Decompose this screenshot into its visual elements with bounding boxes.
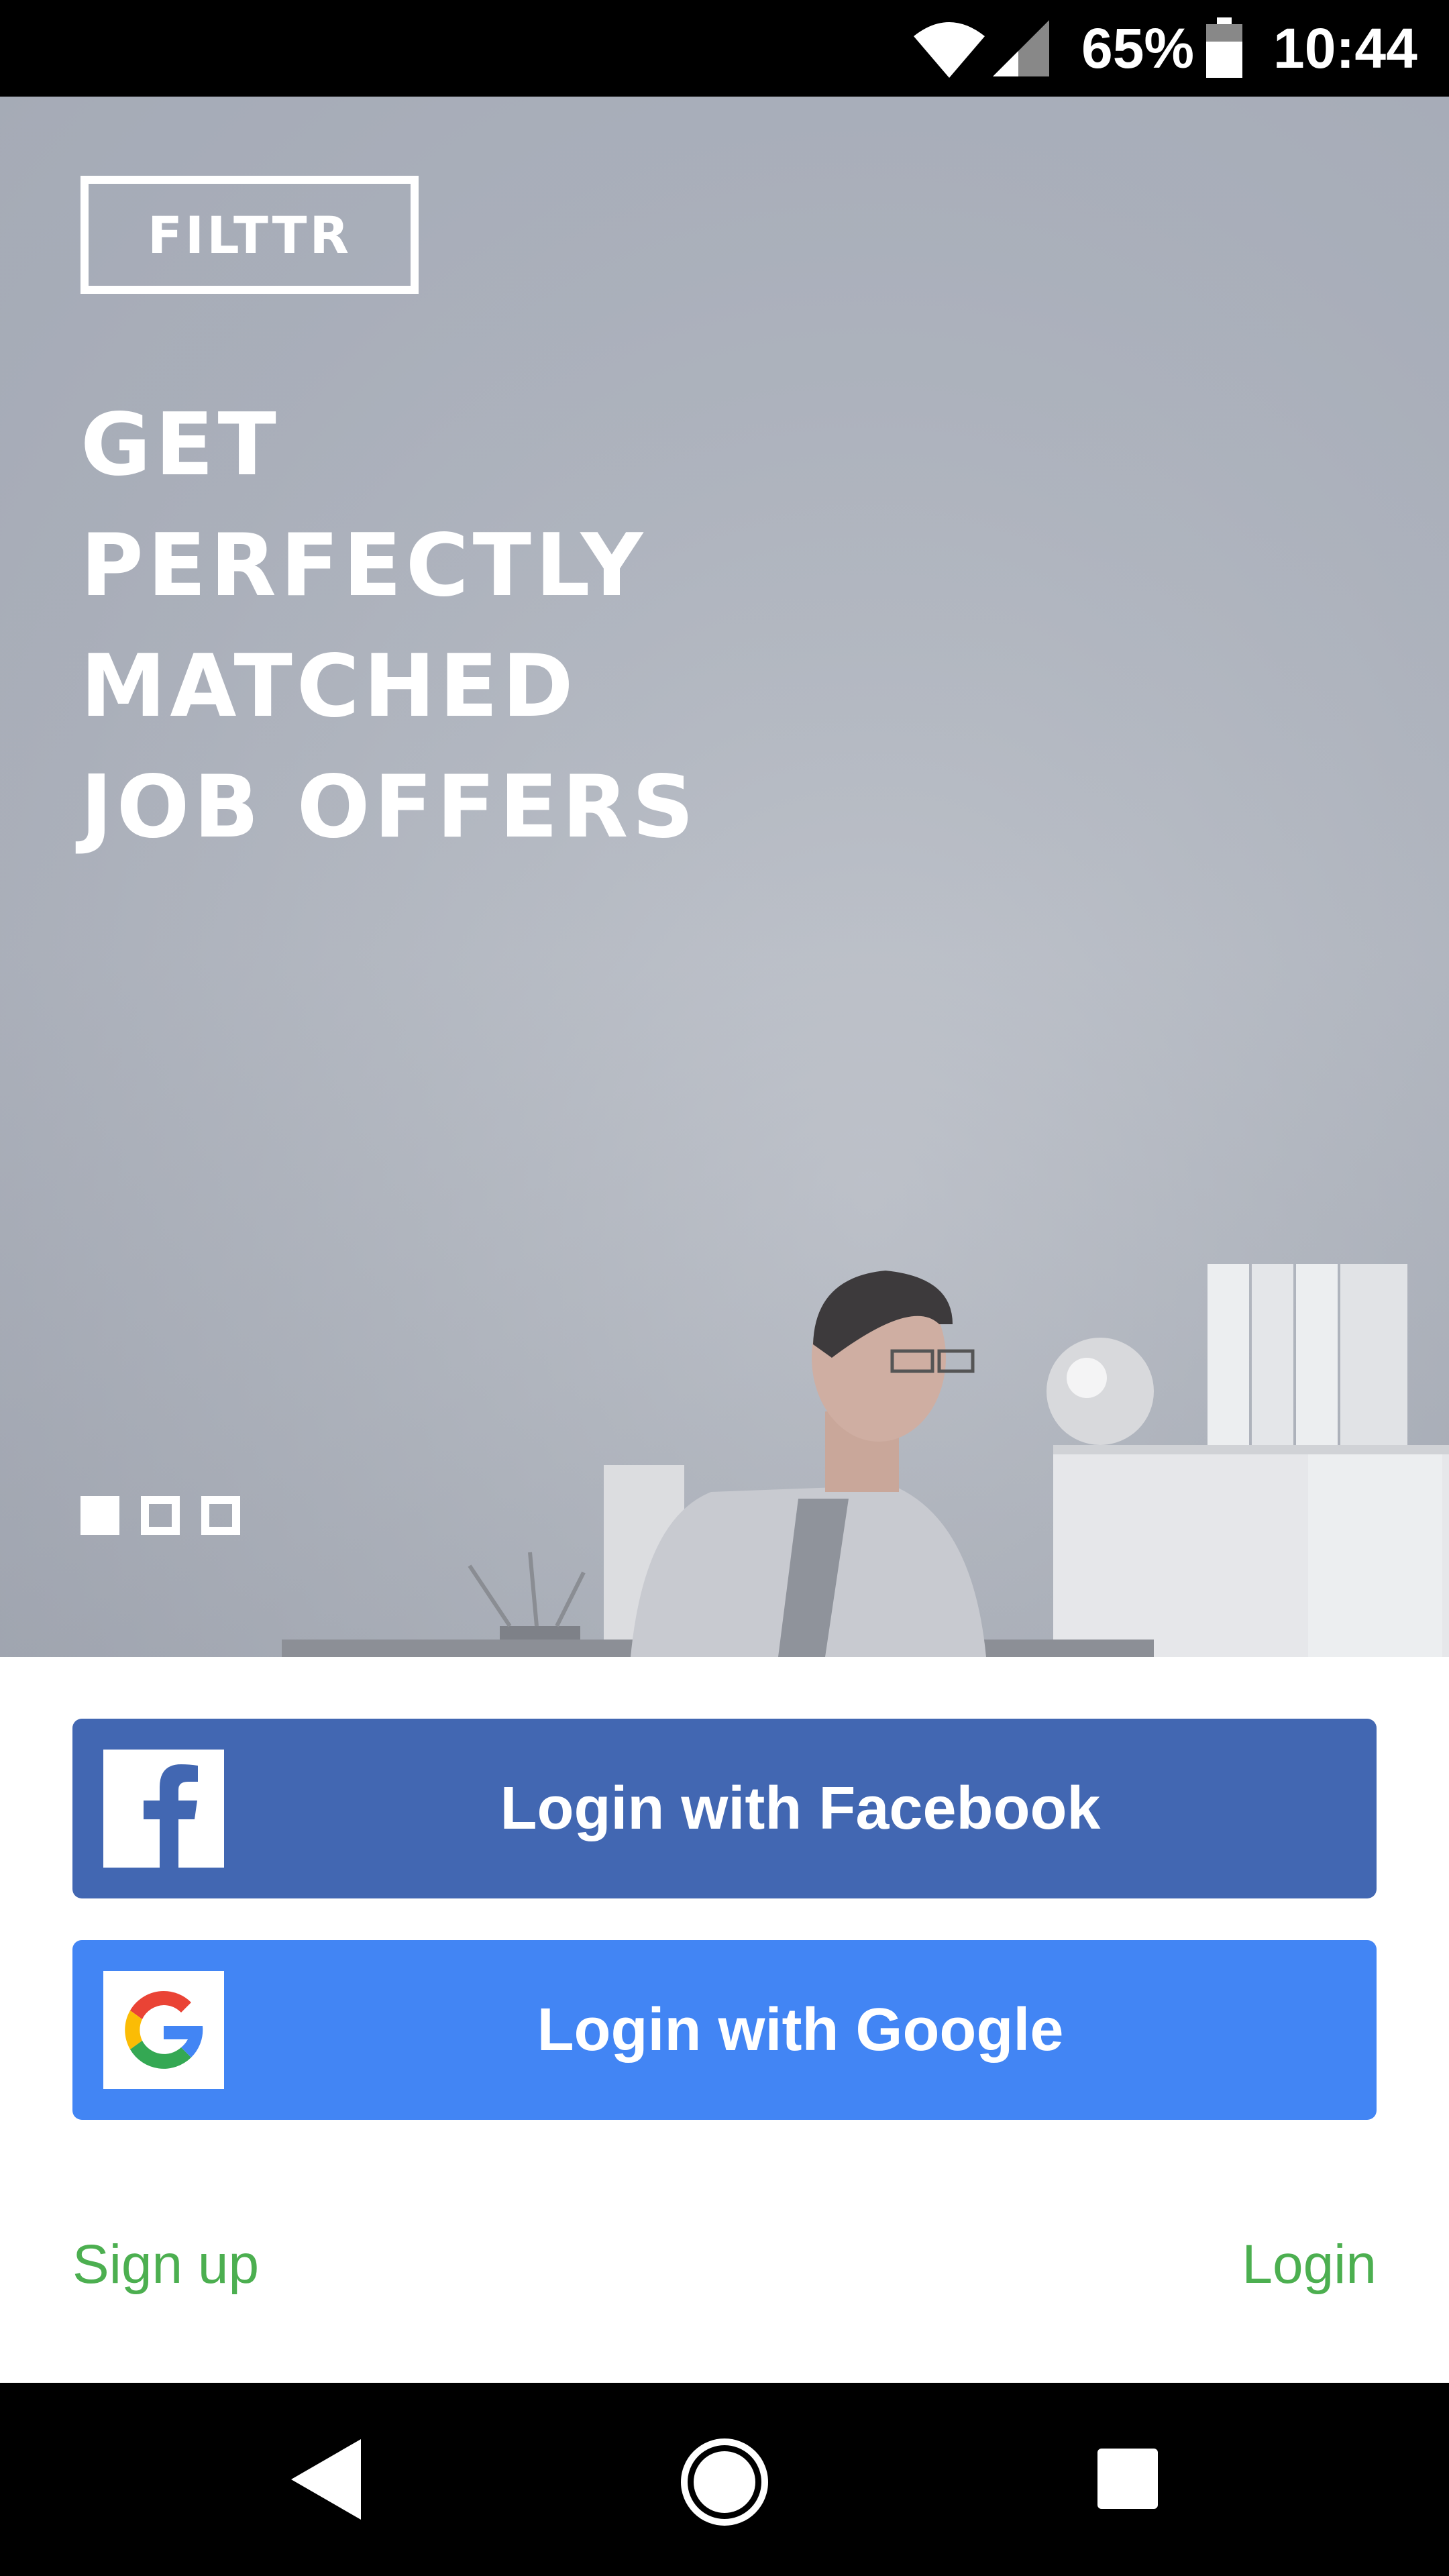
battery-icon <box>1206 17 1242 78</box>
google-icon <box>103 1971 224 2089</box>
clock: 10:44 <box>1273 17 1417 80</box>
login-facebook-button[interactable]: Login with Facebook <box>72 1719 1377 1898</box>
pager-dot-2[interactable] <box>141 1496 180 1535</box>
pager-dot-1[interactable] <box>80 1496 119 1535</box>
battery-percent: 65% <box>1081 17 1195 80</box>
headline-line: GET <box>80 395 280 495</box>
headline-line: PERFECTLY <box>80 516 647 616</box>
login-google-label: Login with Google <box>537 1996 1064 2063</box>
login-facebook-label: Login with Facebook <box>500 1775 1101 1842</box>
status-bar: 65% 10:44 <box>0 0 1449 97</box>
login-google-button[interactable]: Login with Google <box>72 1940 1377 2120</box>
carousel-pager <box>80 1496 240 1536</box>
cell-signal-icon <box>993 20 1049 76</box>
home-icon[interactable] <box>679 2436 770 2528</box>
brand-logo: FILTTR <box>80 176 419 294</box>
pager-dot-3[interactable] <box>201 1496 240 1535</box>
headline-line: MATCHED <box>80 637 578 737</box>
navigation-bar <box>0 2383 1449 2576</box>
office-scene-image <box>282 1264 1449 1657</box>
signup-link[interactable]: Sign up <box>72 2224 259 2305</box>
wifi-icon <box>914 22 985 78</box>
back-icon[interactable] <box>288 2438 364 2521</box>
brand-name: FILTTR <box>148 205 352 265</box>
login-link[interactable]: Login <box>1242 2224 1377 2305</box>
headline: GET PERFECTLY MATCHED JOB OFFERS <box>80 385 818 868</box>
facebook-icon <box>103 1750 224 1868</box>
recent-apps-icon[interactable] <box>1097 2449 1158 2509</box>
headline-line: JOB OFFERS <box>80 757 698 857</box>
hero-background: FILTTR GET PERFECTLY MATCHED JOB OFFERS <box>0 97 1449 1657</box>
